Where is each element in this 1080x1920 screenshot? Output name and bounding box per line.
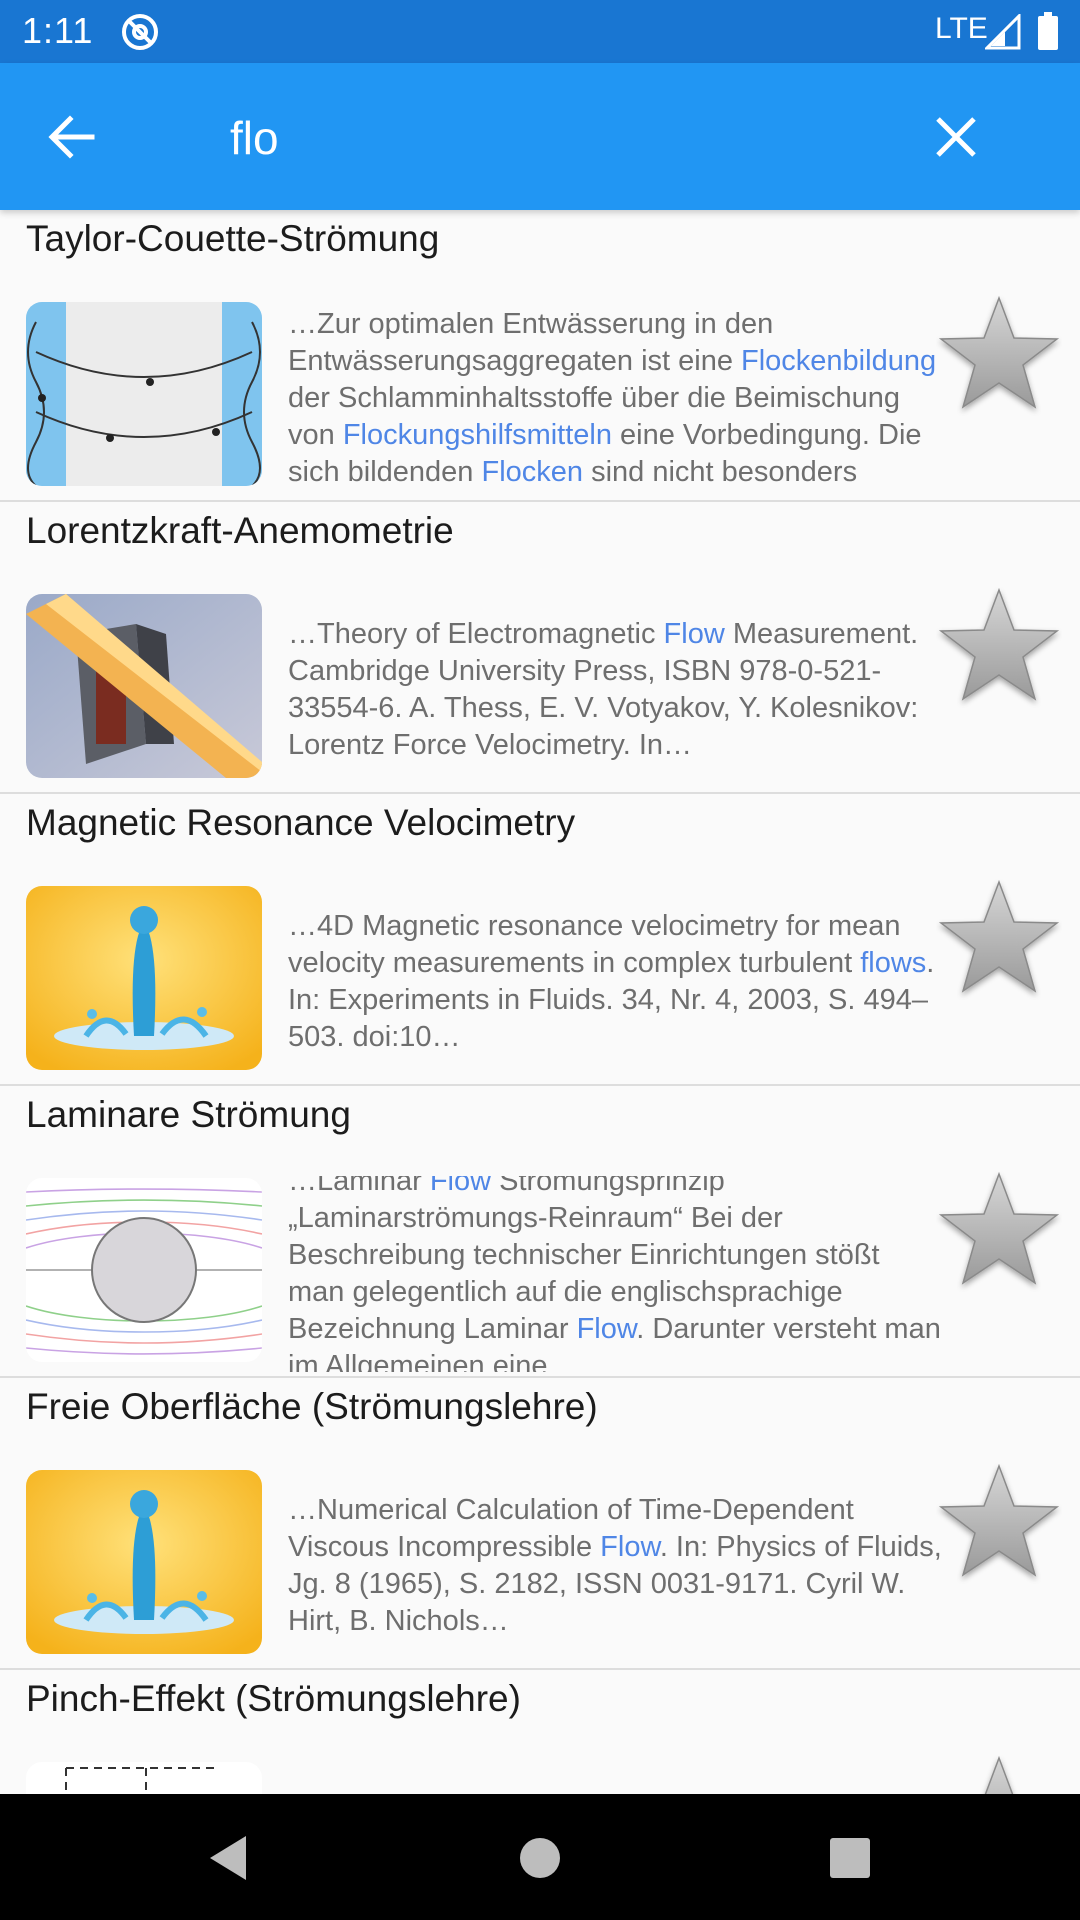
search-toolbar bbox=[0, 63, 1080, 210]
search-result-item[interactable]: Magnetic Resonance Velocimetry …4D Magnet… bbox=[0, 794, 1080, 1086]
result-thumbnail bbox=[26, 1178, 262, 1362]
favorite-star-icon[interactable] bbox=[936, 1168, 1062, 1294]
snippet-text: …4D Magnetic resonance velocimetry for m… bbox=[288, 910, 901, 979]
result-title: Taylor-Couette-Strömung bbox=[26, 218, 440, 259]
search-result-item[interactable]: Laminare Strömung …Laminar Flow Strömungs… bbox=[0, 1086, 1080, 1378]
search-result-item[interactable]: Taylor-Couette-Strömung …Zur optimalen En… bbox=[0, 210, 1080, 502]
snippet-text: …Laminar bbox=[288, 1176, 430, 1197]
search-highlight: Flocken bbox=[481, 455, 584, 488]
snippet-text: sind nicht besonders bbox=[583, 455, 858, 488]
close-icon[interactable] bbox=[918, 99, 994, 175]
result-title: Lorentzkraft-Anemometrie bbox=[26, 510, 454, 551]
result-title: Freie Oberfläche (Strömungslehre) bbox=[26, 1386, 598, 1427]
back-arrow-icon[interactable] bbox=[34, 99, 110, 175]
search-highlight: Flow bbox=[429, 1176, 492, 1197]
result-thumbnail bbox=[26, 594, 262, 778]
search-highlight: flows bbox=[860, 947, 927, 979]
nav-home-icon[interactable] bbox=[508, 1826, 572, 1890]
battery-icon bbox=[1038, 12, 1058, 50]
search-results-list[interactable]: Taylor-Couette-Strömung …Zur optimalen En… bbox=[0, 210, 1080, 1794]
result-snippet: …Numerical Calculation of Time-Dependent… bbox=[288, 1468, 944, 1664]
result-snippet: …Laminar Flow Strömungsprinzip „Laminars… bbox=[288, 1176, 944, 1372]
result-snippet: …Theory of Electromagnetic Flow Measurem… bbox=[288, 592, 944, 788]
result-thumbnail bbox=[26, 1470, 262, 1654]
favorite-star-icon[interactable] bbox=[936, 584, 1062, 710]
navigation-bar bbox=[0, 1794, 1080, 1920]
nav-recents-icon[interactable] bbox=[818, 1826, 882, 1890]
snippet-text: …Zur optimalen Entwässerung in den Entwä… bbox=[288, 307, 774, 377]
search-highlight: Flockungshilfsmitteln bbox=[342, 418, 612, 451]
snippet-text: …Theory of Electromagnetic bbox=[288, 618, 664, 650]
network-type: LTE bbox=[935, 12, 988, 45]
search-input[interactable] bbox=[230, 103, 870, 173]
search-highlight: Flow bbox=[663, 618, 725, 650]
nav-back-icon[interactable] bbox=[196, 1826, 260, 1890]
favorite-star-icon[interactable] bbox=[936, 876, 1062, 1002]
result-thumbnail bbox=[26, 1762, 262, 1794]
result-thumbnail bbox=[26, 302, 262, 486]
favorite-star-icon[interactable] bbox=[936, 1460, 1062, 1586]
at-sign-icon bbox=[122, 14, 158, 50]
search-highlight: Flow bbox=[576, 1313, 637, 1345]
result-title: Laminare Strömung bbox=[26, 1094, 351, 1135]
status-bar: 1:11 LTE bbox=[0, 0, 1080, 63]
result-snippet: …Zur optimalen Entwässerung in den Entwä… bbox=[288, 300, 944, 496]
status-time: 1:11 bbox=[22, 10, 94, 51]
result-title: Pinch-Effekt (Strömungslehre) bbox=[26, 1678, 521, 1719]
favorite-star-icon[interactable] bbox=[936, 292, 1062, 418]
search-result-item[interactable]: Pinch-Effekt (Strömungslehre) …Behaviour … bbox=[0, 1670, 1080, 1794]
result-snippet: …Behaviour of Macroscopic Rigid Spheres bbox=[288, 1760, 944, 1794]
search-highlight: Flockenbildung bbox=[741, 344, 937, 377]
search-result-item[interactable]: Lorentzkraft-Anemometrie …Theory of Elect… bbox=[0, 502, 1080, 794]
favorite-star-icon[interactable] bbox=[936, 1752, 1062, 1794]
result-title: Magnetic Resonance Velocimetry bbox=[26, 802, 576, 843]
result-snippet: …4D Magnetic resonance velocimetry for m… bbox=[288, 884, 944, 1080]
signal-icon bbox=[985, 14, 1021, 50]
result-thumbnail bbox=[26, 886, 262, 1070]
search-result-item[interactable]: Freie Oberfläche (Strömungslehre) …Numeri… bbox=[0, 1378, 1080, 1670]
search-highlight: Flow bbox=[600, 1531, 660, 1563]
